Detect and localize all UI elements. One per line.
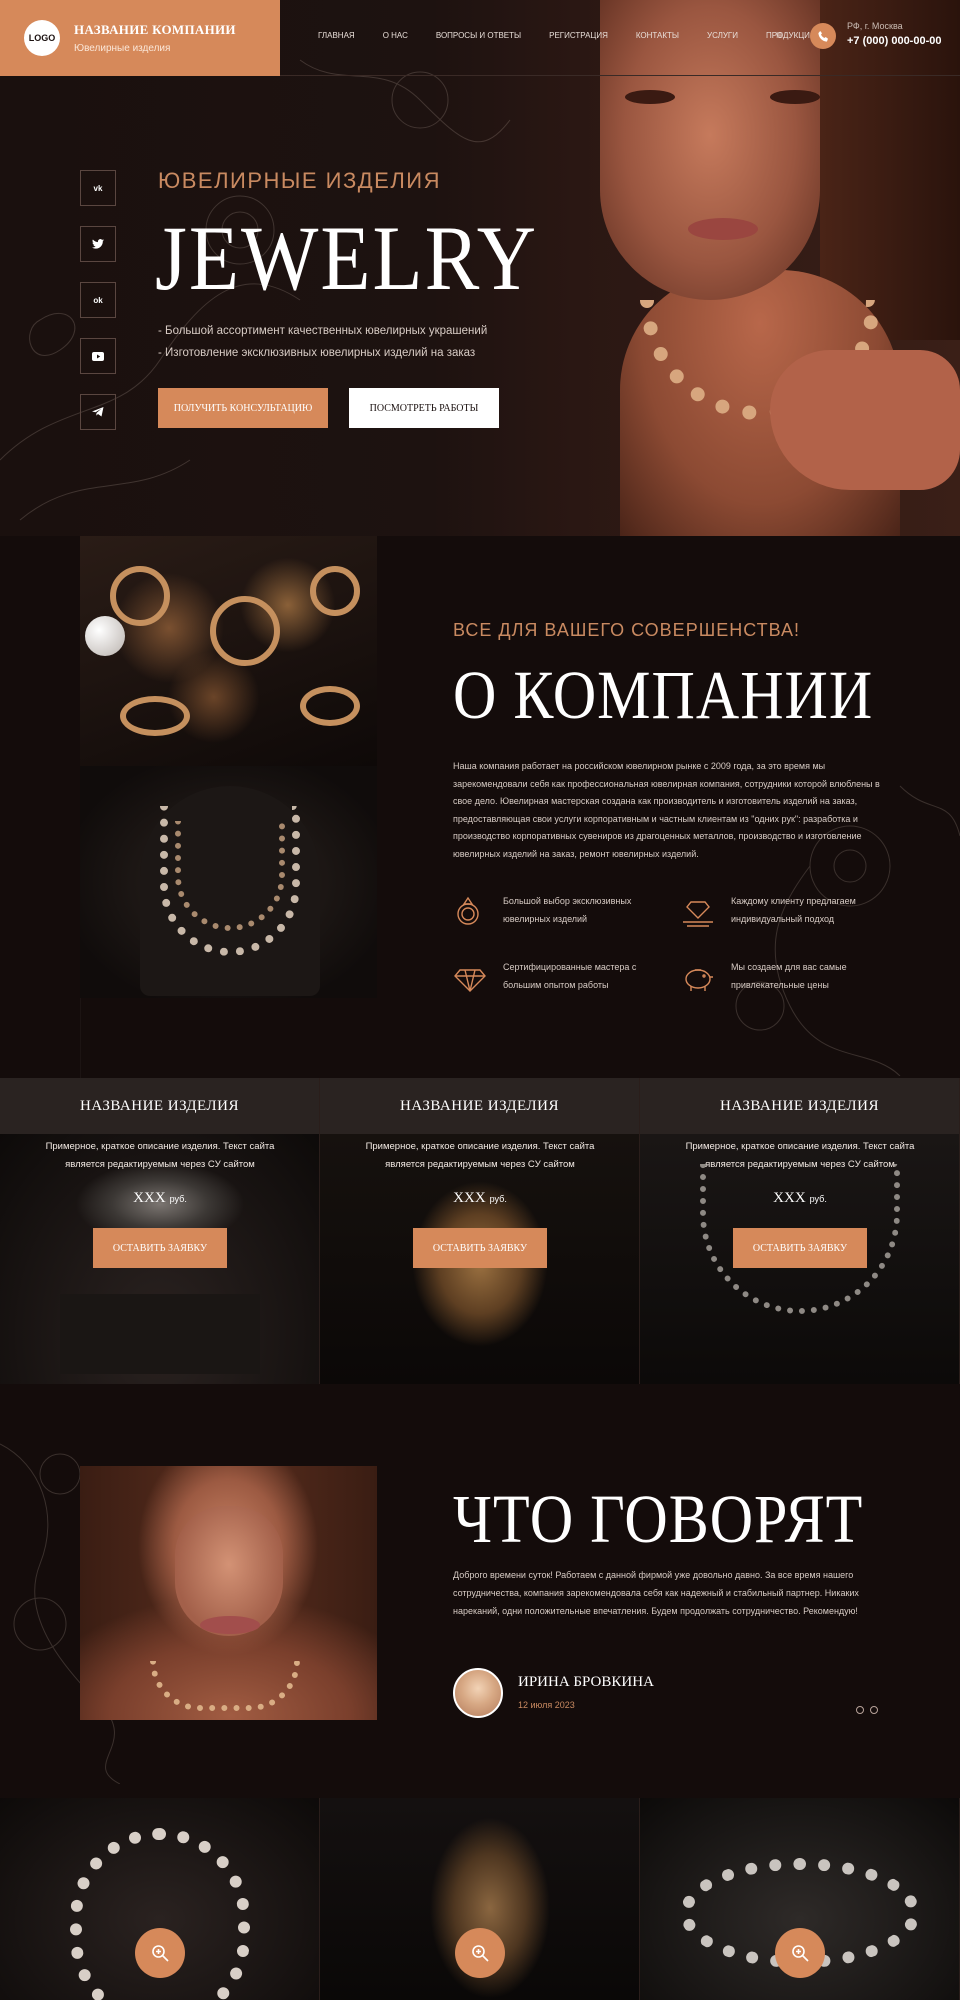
avatar xyxy=(453,1668,503,1718)
products-section: НАЗВАНИЕ ИЗДЕЛИЯ Примерное, краткое опис… xyxy=(0,1078,960,1384)
testimonial-text: Доброго времени суток! Работаем с данной… xyxy=(453,1570,859,1616)
product-description: Примерное, краткое описание изделия. Тек… xyxy=(365,1141,595,1170)
slider-dot[interactable] xyxy=(856,1706,864,1714)
product-card: НАЗВАНИЕ ИЗДЕЛИЯ Примерное, краткое опис… xyxy=(320,1078,640,1384)
slider-dots xyxy=(856,1706,878,1714)
about-kicker: ВСЕ ДЛЯ ВАШЕГО СОВЕРШЕНСТВА! xyxy=(453,620,801,640)
header-contacts: РФ, г. Москва +7 (000) 000-00-00 xyxy=(847,21,941,47)
about-section: ВСЕ ДЛЯ ВАШЕГО СОВЕРШЕНСТВА! О КОМПАНИИ … xyxy=(0,536,960,1078)
testimonial-section: ЧТО ГОВОРЯТ Доброго времени суток! Работ… xyxy=(0,1384,960,1798)
rings-photo xyxy=(80,536,377,766)
view-works-button[interactable]: ПОСМОТРЕТЬ РАБОТЫ xyxy=(349,388,499,428)
product-card: НАЗВАНИЕ ИЗДЕЛИЯ Примерное, краткое опис… xyxy=(0,1078,320,1384)
hero-hand xyxy=(770,350,960,490)
product-price: XXX руб. xyxy=(133,1190,187,1206)
zoom-icon[interactable] xyxy=(775,1928,825,1978)
leave-request-button[interactable]: ОСТАВИТЬ ЗАЯВКУ xyxy=(733,1228,867,1268)
hero-kicker: ЮВЕЛИРНЫЕ ИЗДЕЛИЯ xyxy=(158,168,441,193)
about-title: О КОМПАНИИ xyxy=(453,657,874,734)
product-title: НАЗВАНИЕ ИЗДЕЛИЯ xyxy=(320,1078,639,1134)
burger-icon[interactable]: ≡ xyxy=(776,28,783,42)
necklace-shape xyxy=(175,821,285,931)
feature-text: Мы создаем для вас самые привлекательные… xyxy=(731,962,847,990)
slider-dot[interactable] xyxy=(870,1706,878,1714)
city-label: РФ, г. Москва xyxy=(847,21,903,31)
site-header: LOGO НАЗВАНИЕ КОМПАНИИ Ювелирные изделия… xyxy=(0,0,960,76)
hero-eye-left xyxy=(625,90,675,104)
header-divider xyxy=(280,75,960,76)
hero-eye-right xyxy=(770,90,820,104)
feature-item: Мы создаем для вас самые привлекательные… xyxy=(681,960,891,994)
gallery-item[interactable] xyxy=(0,1798,320,2000)
hero-lips xyxy=(688,218,758,240)
testimonial-date: 12 июля 2023 xyxy=(518,1700,575,1710)
logo[interactable]: LOGO xyxy=(24,20,60,56)
social-links: vk ok xyxy=(80,170,116,430)
leave-request-button[interactable]: ОСТАВИТЬ ЗАЯВКУ xyxy=(93,1228,227,1268)
feature-item: Сертифицированные мастера с большим опыт… xyxy=(453,960,663,994)
phone-number[interactable]: +7 (000) 000-00-00 xyxy=(847,35,941,47)
about-text: Наша компания работает на российском юве… xyxy=(453,761,880,859)
nav-item-services[interactable]: УСЛУГИ xyxy=(707,31,738,40)
ring-shape xyxy=(300,686,360,726)
zoom-icon[interactable] xyxy=(135,1928,185,1978)
company-subtitle: Ювелирные изделия xyxy=(74,43,171,54)
product-price: XXX руб. xyxy=(453,1190,507,1206)
get-consultation-button[interactable]: ПОЛУЧИТЬ КОНСУЛЬТАЦИЮ xyxy=(158,388,328,428)
feature-text: Большой выбор эксклюзивных ювелирных изд… xyxy=(503,896,632,924)
product-title: НАЗВАНИЕ ИЗДЕЛИЯ xyxy=(0,1078,319,1134)
ring-shape xyxy=(210,596,280,666)
product-description: Примерное, краткое описание изделия. Тек… xyxy=(45,1141,275,1170)
hero-bullets: - Большой ассортимент качественных ювели… xyxy=(158,320,487,364)
hero-section: vk ok ЮВЕЛИРНЫЕ ИЗДЕЛИЯ JEWELRY - Большо… xyxy=(0,0,960,536)
product-card: НАЗВАНИЕ ИЗДЕЛИЯ Примерное, краткое опис… xyxy=(640,1078,960,1384)
nav-item-registration[interactable]: РЕГИСТРАЦИЯ xyxy=(549,31,608,40)
product-price: XXX руб. xyxy=(773,1190,827,1206)
ring-icon xyxy=(457,896,479,925)
twitter-icon[interactable] xyxy=(80,226,116,262)
leave-request-button[interactable]: ОСТАВИТЬ ЗАЯВКУ xyxy=(413,1228,547,1268)
telegram-icon[interactable] xyxy=(80,394,116,430)
company-name: НАЗВАНИЕ КОМПАНИИ xyxy=(74,22,236,37)
zoom-icon[interactable] xyxy=(455,1928,505,1978)
ring-shape xyxy=(120,696,190,736)
product-title: НАЗВАНИЕ ИЗДЕЛИЯ xyxy=(640,1078,959,1134)
gallery-item[interactable] xyxy=(640,1798,960,2000)
gallery-section xyxy=(0,1798,960,2000)
nav-item-faq[interactable]: ВОПРОСЫ И ОТВЕТЫ xyxy=(436,31,521,40)
necklace-photo xyxy=(80,766,377,998)
piggy-bank-icon xyxy=(685,969,713,991)
hero-bullet: - Большой ассортимент качественных ювели… xyxy=(158,325,488,337)
author-name: ИРИНА БРОВКИНА xyxy=(518,1674,654,1690)
vk-icon[interactable]: vk xyxy=(80,170,116,206)
ring-shape xyxy=(310,566,360,616)
nav-item-contacts[interactable]: КОНТАКТЫ xyxy=(636,31,679,40)
feature-text: Каждому клиенту предлагаем индивидуальны… xyxy=(731,896,856,924)
nav-item-about[interactable]: О НАС xyxy=(383,31,408,40)
testimonial-title: ЧТО ГОВОРЯТ xyxy=(453,1481,864,1558)
display-stand xyxy=(60,1294,260,1374)
pearl xyxy=(85,616,125,656)
hero-bullet: - Изготовление эксклюзивных ювелирных из… xyxy=(158,347,476,359)
nav-item-products[interactable]: ПРОДУКЦИЯ xyxy=(766,31,816,40)
odnoklassniki-icon[interactable]: ok xyxy=(80,282,116,318)
diamond-hand-icon xyxy=(683,901,713,927)
testimonial-photo xyxy=(80,1466,377,1720)
gallery-item[interactable] xyxy=(320,1798,640,2000)
nav-item-home[interactable]: ГЛАВНАЯ xyxy=(318,31,355,40)
youtube-icon[interactable] xyxy=(80,338,116,374)
phone-icon[interactable] xyxy=(810,23,836,49)
feature-item: Каждому клиенту предлагаем индивидуальны… xyxy=(681,894,891,928)
hero-title: JEWELRY xyxy=(155,207,538,310)
main-nav: ГЛАВНАЯ О НАС ВОПРОСЫ И ОТВЕТЫ РЕГИСТРАЦ… xyxy=(318,31,844,40)
feature-item: Большой выбор эксклюзивных ювелирных изд… xyxy=(453,894,663,928)
model-necklace xyxy=(150,1661,300,1711)
logo-block[interactable]: LOGO НАЗВАНИЕ КОМПАНИИ Ювелирные изделия xyxy=(0,0,280,76)
feature-text: Сертифицированные мастера с большим опыт… xyxy=(503,962,637,990)
ring-shape xyxy=(110,566,170,626)
diamond-icon xyxy=(454,969,486,992)
product-description: Примерное, краткое описание изделия. Тек… xyxy=(685,1141,915,1170)
model-lips xyxy=(200,1616,260,1634)
